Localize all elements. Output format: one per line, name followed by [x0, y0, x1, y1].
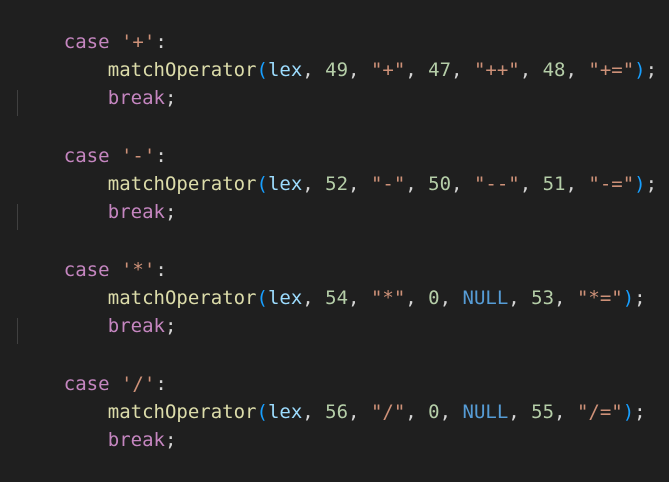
separator: ,: [439, 287, 463, 309]
number-literal: 52: [325, 173, 349, 195]
code-line-call[interactable]: matchOperator(lex, 52, "-", 50, "--", 51…: [62, 142, 657, 195]
number-literal: 53: [531, 287, 555, 309]
string-literal: "*": [370, 287, 406, 309]
code-line-case[interactable]: case '-':: [18, 114, 167, 167]
separator: ,: [508, 401, 532, 423]
code-line-call[interactable]: matchOperator(lex, 54, "*", 0, NULL, 53,…: [62, 256, 646, 309]
semicolon: ;: [164, 429, 177, 451]
break-keyword: break: [107, 201, 165, 223]
arg-variable: lex: [267, 59, 303, 81]
break-keyword: break: [107, 87, 165, 109]
separator: ,: [348, 173, 371, 195]
open-paren: (: [256, 173, 268, 195]
break-keyword: break: [107, 429, 165, 451]
code-line-call[interactable]: matchOperator(lex, 56, "/", 0, NULL, 55,…: [62, 370, 646, 423]
close-paren: ): [634, 173, 646, 195]
null-constant: NULL: [462, 287, 509, 309]
number-literal: 49: [325, 59, 349, 81]
close-paren: ): [622, 401, 635, 423]
string-literal: "++": [473, 59, 520, 81]
open-paren: (: [256, 401, 268, 423]
semicolon: ;: [164, 201, 177, 223]
separator: ,: [439, 401, 463, 423]
semicolon: ;: [634, 401, 646, 423]
separator: ,: [405, 287, 429, 309]
separator: ,: [519, 173, 543, 195]
number-literal: 55: [531, 401, 555, 423]
arg-variable: lex: [267, 173, 303, 195]
string-literal: "+=": [588, 59, 635, 81]
separator: ,: [519, 59, 543, 81]
separator: ,: [554, 287, 577, 309]
close-paren: ): [634, 59, 646, 81]
code-line-break[interactable]: break;: [62, 284, 177, 337]
open-paren: (: [256, 59, 268, 81]
separator: ,: [451, 173, 474, 195]
indent-guide: [17, 204, 18, 230]
number-literal: 54: [325, 287, 349, 309]
code-line-case[interactable]: case '+':: [18, 0, 167, 53]
string-literal: "/=": [576, 401, 623, 423]
string-literal: "/": [370, 401, 406, 423]
string-literal: "+": [370, 59, 406, 81]
code-line-case[interactable]: case '*':: [18, 228, 167, 281]
string-literal: "-": [370, 173, 406, 195]
separator: ,: [348, 287, 371, 309]
string-literal: "*=": [576, 287, 623, 309]
semicolon: ;: [634, 287, 646, 309]
separator: ,: [348, 401, 371, 423]
number-literal: 0: [428, 287, 440, 309]
separator: ,: [554, 401, 577, 423]
semicolon: ;: [645, 59, 658, 81]
semicolon: ;: [645, 173, 658, 195]
code-line-break[interactable]: break;: [62, 56, 177, 109]
indent-guide: [17, 90, 18, 116]
arg-variable: lex: [267, 401, 303, 423]
arg-variable: lex: [267, 287, 303, 309]
separator: ,: [565, 59, 589, 81]
separator: ,: [302, 59, 326, 81]
code-line-break[interactable]: break;: [62, 170, 177, 223]
semicolon: ;: [164, 315, 177, 337]
string-literal: "--": [473, 173, 520, 195]
separator: ,: [405, 173, 429, 195]
indent-guide: [17, 318, 18, 344]
separator: ,: [405, 59, 429, 81]
open-paren: (: [256, 287, 268, 309]
number-literal: 0: [428, 401, 440, 423]
number-literal: 47: [428, 59, 452, 81]
null-constant: NULL: [462, 401, 509, 423]
separator: ,: [565, 173, 589, 195]
break-keyword: break: [107, 315, 165, 337]
close-paren: ): [622, 287, 635, 309]
code-line-break[interactable]: break;: [62, 398, 177, 451]
semicolon: ;: [164, 87, 177, 109]
separator: ,: [302, 287, 326, 309]
string-literal: "-=": [588, 173, 635, 195]
number-literal: 51: [542, 173, 566, 195]
number-literal: 50: [428, 173, 452, 195]
code-editor[interactable]: case '+': matchOperator(lex, 49, "+", 47…: [0, 0, 669, 451]
number-literal: 56: [325, 401, 349, 423]
code-line-case[interactable]: case '/':: [18, 342, 167, 395]
separator: ,: [302, 401, 326, 423]
separator: ,: [302, 173, 326, 195]
code-line-call[interactable]: matchOperator(lex, 49, "+", 47, "++", 48…: [62, 28, 657, 81]
separator: ,: [451, 59, 474, 81]
separator: ,: [405, 401, 429, 423]
separator: ,: [508, 287, 532, 309]
number-literal: 48: [542, 59, 566, 81]
separator: ,: [348, 59, 371, 81]
